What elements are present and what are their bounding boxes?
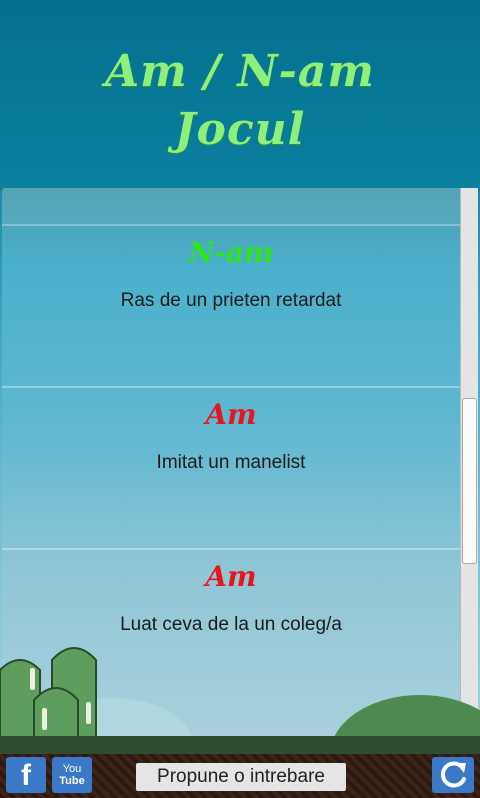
scrollbar-thumb[interactable] bbox=[462, 398, 477, 564]
list-item[interactable]: Am Luat ceva de la un coleg/a bbox=[2, 548, 460, 710]
list-item[interactable]: N-am Ras de un prieten retardat bbox=[2, 224, 460, 388]
app-title: Am / N-am bbox=[105, 46, 375, 97]
scrollbar[interactable] bbox=[460, 188, 478, 736]
header: Am / N-am Jocul bbox=[0, 0, 480, 190]
grass-strip bbox=[0, 736, 480, 754]
question-list[interactable]: N-am Ras de un prieten retardat Am Imita… bbox=[2, 188, 460, 736]
verdict-label: Am bbox=[205, 560, 257, 593]
youtube-icon-top: You bbox=[62, 763, 82, 775]
app-subtitle: Jocul bbox=[174, 104, 306, 155]
facebook-button[interactable]: f bbox=[6, 757, 46, 793]
refresh-icon bbox=[440, 761, 466, 788]
youtube-button[interactable]: You Tube bbox=[52, 757, 92, 793]
verdict-label: N-am bbox=[188, 236, 274, 269]
verdict-label: Am bbox=[205, 398, 257, 431]
facebook-icon: f bbox=[21, 759, 31, 792]
refresh-button[interactable] bbox=[432, 757, 474, 793]
propose-question-button[interactable]: Propune o intrebare bbox=[136, 763, 346, 791]
question-text: Luat ceva de la un coleg/a bbox=[120, 614, 342, 635]
list-item[interactable]: Am Imitat un manelist bbox=[2, 386, 460, 550]
question-text: Ras de un prieten retardat bbox=[120, 290, 342, 311]
list-top-band bbox=[2, 188, 460, 226]
youtube-icon-bottom: Tube bbox=[59, 775, 85, 787]
question-text: Imitat un manelist bbox=[156, 452, 306, 473]
